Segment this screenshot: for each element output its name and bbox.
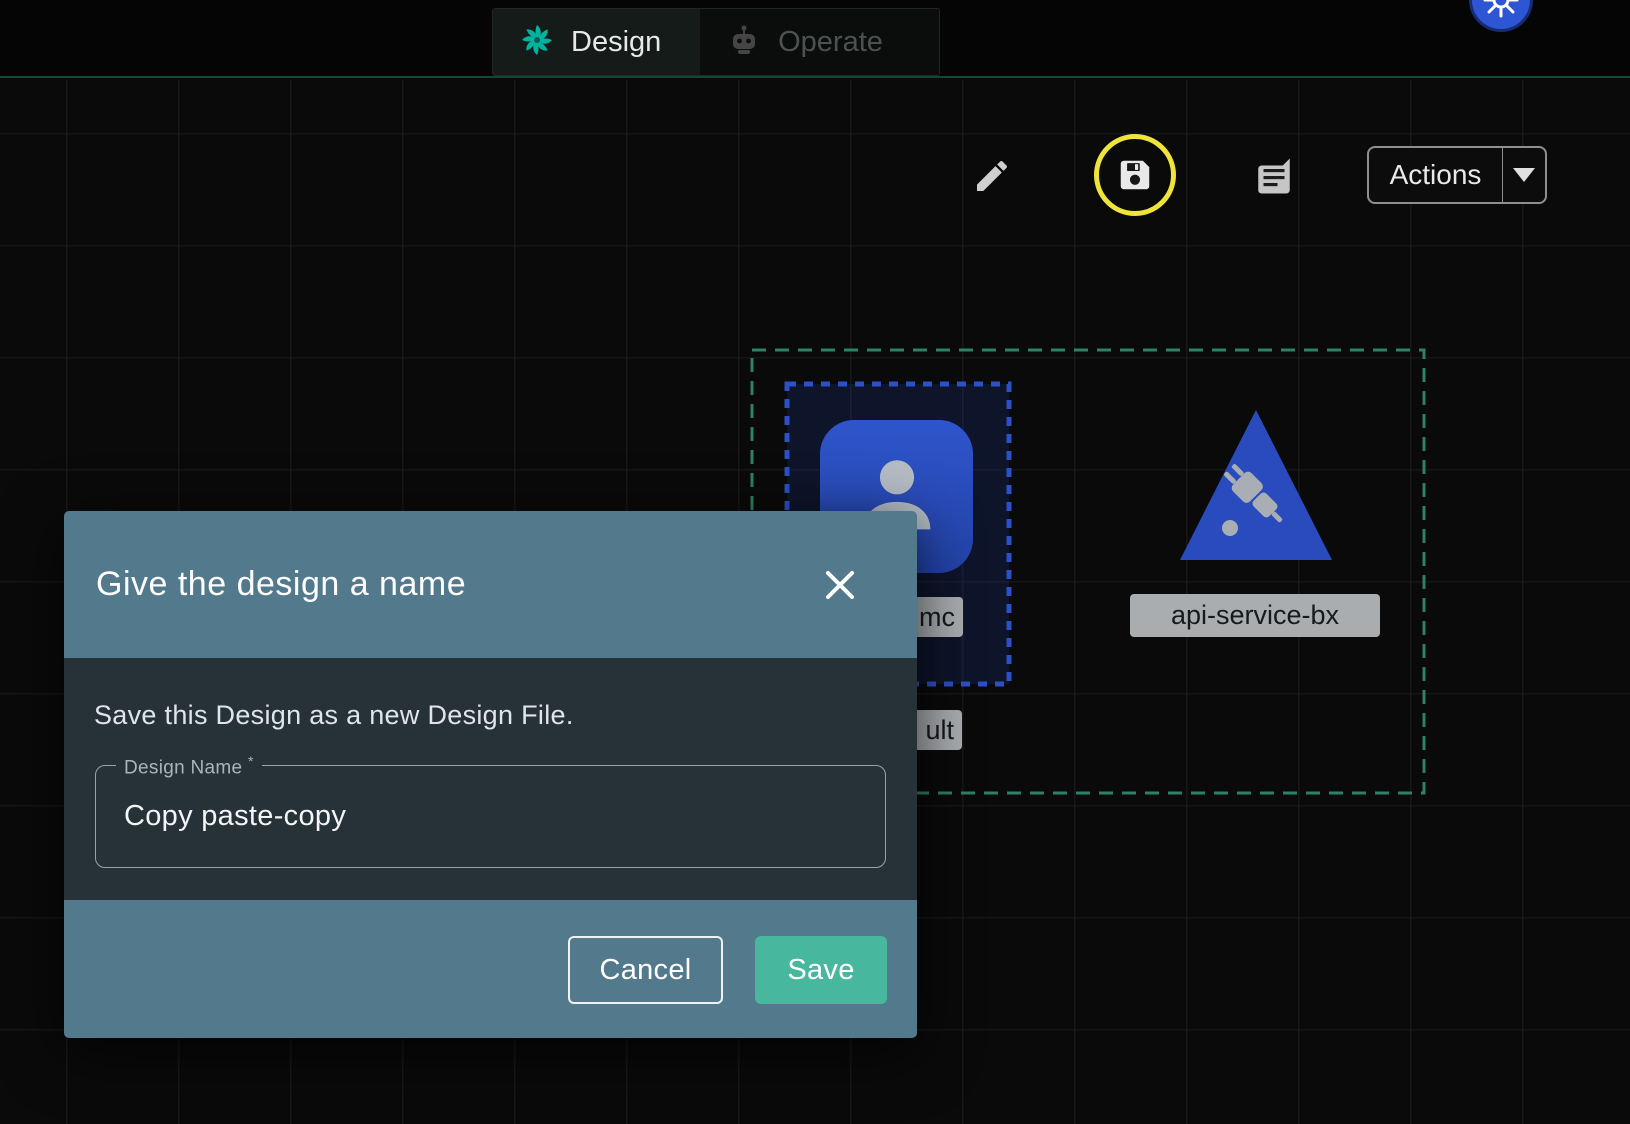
close-button[interactable] <box>821 566 859 604</box>
dialog-footer: Cancel Save <box>64 900 917 1038</box>
actions-button-label[interactable]: Actions <box>1369 148 1503 202</box>
comment-button[interactable] <box>1253 155 1295 197</box>
chevron-down-icon <box>1513 168 1535 182</box>
floppy-save-icon <box>1116 156 1154 194</box>
app-page: mc ult api-service-bx Actions <box>0 0 1630 1124</box>
tab-design[interactable]: Design <box>493 9 700 75</box>
dialog-description: Save this Design as a new Design File. <box>94 700 574 731</box>
tab-design-label: Design <box>571 26 661 59</box>
design-name-field: Design Name * <box>95 765 886 868</box>
save-design-button[interactable] <box>1094 134 1176 216</box>
meshery-logo-icon <box>519 22 555 63</box>
tab-operate[interactable]: Operate <box>700 9 939 75</box>
user-node-sublabel-text: ult <box>925 715 954 746</box>
dialog-header: Give the design a name <box>64 511 917 658</box>
edit-button[interactable] <box>972 156 1012 196</box>
cancel-button[interactable]: Cancel <box>568 936 723 1004</box>
actions-dropdown-toggle[interactable] <box>1503 148 1545 202</box>
top-navigation-bar: Design Operate <box>0 0 1630 78</box>
api-service-node-label-text: api-service-bx <box>1171 600 1339 631</box>
api-service-node[interactable] <box>1178 408 1334 562</box>
api-service-node-label[interactable]: api-service-bx <box>1130 594 1380 637</box>
design-name-input[interactable] <box>96 766 885 867</box>
actions-button[interactable]: Actions <box>1367 146 1547 204</box>
dialog-title: Give the design a name <box>96 565 466 604</box>
user-node-label-text: mc <box>919 602 955 633</box>
comment-icon <box>1253 155 1295 197</box>
avatar-wheel-icon <box>1479 0 1523 22</box>
tab-operate-label: Operate <box>778 26 883 59</box>
close-icon <box>821 566 859 604</box>
save-button[interactable]: Save <box>755 936 887 1004</box>
plug-icon <box>1222 520 1238 536</box>
mode-tabs: Design Operate <box>492 8 940 76</box>
pencil-icon <box>972 156 1012 196</box>
robot-icon <box>726 22 762 63</box>
save-design-dialog: Give the design a name Save this Design … <box>64 511 917 1038</box>
dialog-body: Save this Design as a new Design File. D… <box>64 658 917 900</box>
